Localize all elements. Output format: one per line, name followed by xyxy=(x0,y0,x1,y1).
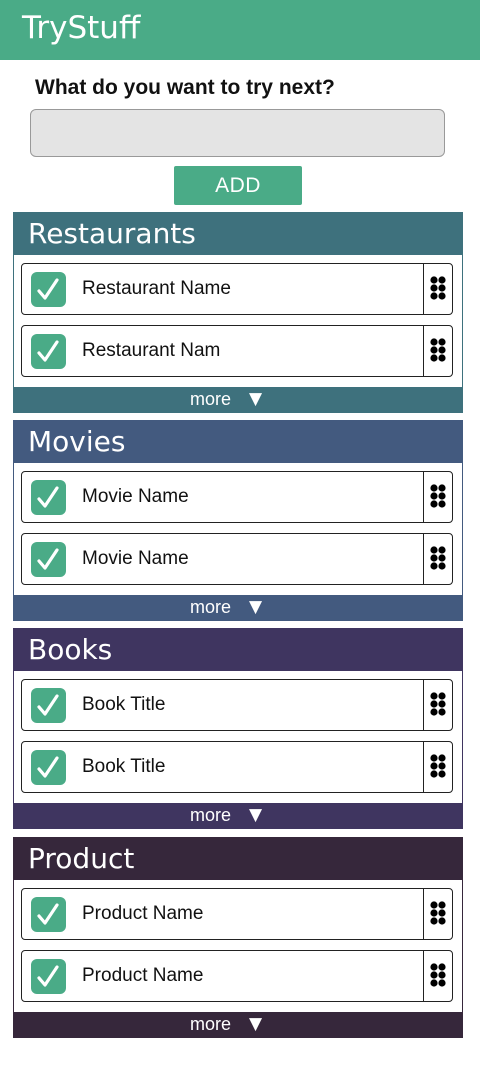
section-movies: Movies Movie Name Movie Name more ▼ xyxy=(13,420,463,621)
checkmark-icon[interactable] xyxy=(31,959,66,994)
section-header: Books xyxy=(14,629,462,671)
item-label: Product Name xyxy=(82,965,204,986)
caret-down-icon: ▼ xyxy=(249,805,263,825)
section-header: Restaurants xyxy=(14,213,462,255)
checkmark-icon[interactable] xyxy=(31,897,66,932)
list-item[interactable]: Movie Name xyxy=(21,471,453,523)
section-header: Product xyxy=(14,838,462,880)
more-label: more xyxy=(190,389,232,409)
checkmark-icon[interactable] xyxy=(31,480,66,515)
section-product: Product Product Name Product Name more ▼ xyxy=(13,837,463,1038)
more-button[interactable]: more ▼ xyxy=(14,595,462,620)
section-restaurants: Restaurants Restaurant Name Restaurant Nam… xyxy=(13,212,463,413)
drag-handle-icon[interactable] xyxy=(423,472,452,522)
list-item[interactable]: Movie Name xyxy=(21,533,453,585)
checkmark-icon[interactable] xyxy=(31,750,66,785)
app-title: TryStuff xyxy=(22,10,141,46)
list-item[interactable]: Book Title xyxy=(21,741,453,793)
list-item[interactable]: Book Title xyxy=(21,679,453,731)
drag-handle-icon[interactable] xyxy=(423,742,452,792)
section-title: Books xyxy=(28,633,113,666)
caret-down-icon: ▼ xyxy=(249,1014,263,1034)
section-header: Movies xyxy=(14,421,462,463)
checkmark-icon[interactable] xyxy=(31,334,66,369)
item-label: Product Name xyxy=(82,903,204,924)
drag-handle-icon[interactable] xyxy=(423,889,452,939)
new-item-input[interactable] xyxy=(30,109,445,157)
section-title: Restaurants xyxy=(28,217,196,250)
drag-handle-icon[interactable] xyxy=(423,326,452,376)
item-label: Movie Name xyxy=(82,486,189,507)
list-item[interactable]: Restaurant Nam xyxy=(21,325,453,377)
drag-handle-icon[interactable] xyxy=(423,264,452,314)
add-button[interactable]: ADD xyxy=(174,166,302,205)
checkmark-icon[interactable] xyxy=(31,688,66,723)
more-button[interactable]: more ▼ xyxy=(14,803,462,828)
checkmark-icon[interactable] xyxy=(31,272,66,307)
drag-handle-icon[interactable] xyxy=(423,951,452,1001)
item-label: Book Title xyxy=(82,756,166,777)
section-title: Movies xyxy=(28,425,126,458)
more-label: more xyxy=(190,805,232,825)
list-item[interactable]: Restaurant Name xyxy=(21,263,453,315)
more-label: more xyxy=(190,597,232,617)
checkmark-icon[interactable] xyxy=(31,542,66,577)
item-label: Restaurant Nam xyxy=(82,340,221,361)
list-item[interactable]: Product Name xyxy=(21,888,453,940)
more-label: more xyxy=(190,1014,232,1034)
section-books: Books Book Title Book Title more ▼ xyxy=(13,628,463,829)
more-button[interactable]: more ▼ xyxy=(14,387,462,412)
caret-down-icon: ▼ xyxy=(249,597,263,617)
drag-handle-icon[interactable] xyxy=(423,680,452,730)
drag-handle-icon[interactable] xyxy=(423,534,452,584)
app-header: TryStuff xyxy=(0,0,480,60)
section-title: Product xyxy=(28,842,135,875)
more-button[interactable]: more ▼ xyxy=(14,1012,462,1037)
item-label: Restaurant Name xyxy=(82,278,231,299)
item-label: Book Title xyxy=(82,694,166,715)
caret-down-icon: ▼ xyxy=(249,389,263,409)
add-prompt-label: What do you want to try next? xyxy=(35,76,335,99)
item-label: Movie Name xyxy=(82,548,189,569)
list-item[interactable]: Product Name xyxy=(21,950,453,1002)
